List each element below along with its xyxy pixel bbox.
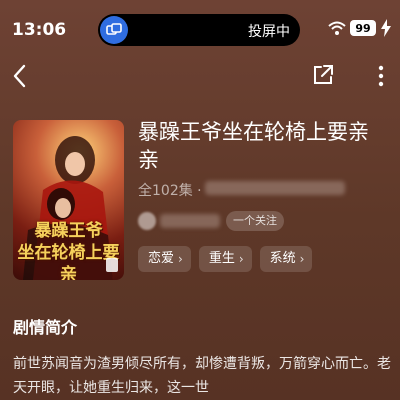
tag-label: 恋爱 xyxy=(148,251,175,266)
drama-cover[interactable]: 暴躁王爷 坐在轮椅上要亲 xyxy=(13,120,124,280)
synopsis-text: 前世苏闻音为渣男倾尽所有，却惨遭背叛，万箭穿心而亡。老天开眼，让她重生归来，这一… xyxy=(13,356,391,396)
tag-label: 系统 xyxy=(269,251,296,266)
back-icon[interactable] xyxy=(10,62,30,90)
follow-tag[interactable]: 一个关注 xyxy=(226,211,284,231)
cast-status-label: 投屏中 xyxy=(248,24,290,40)
chevron-right-icon: › xyxy=(178,252,183,266)
chevron-right-icon: › xyxy=(299,252,305,266)
cover-title-line1: 暴躁王爷 xyxy=(34,221,103,241)
share-icon[interactable] xyxy=(310,62,336,88)
wifi-icon xyxy=(328,21,346,35)
drama-title: 暴躁王爷坐在轮椅上要亲亲 xyxy=(138,120,369,172)
cast-pill[interactable]: 投屏中 xyxy=(98,14,300,46)
blurred-author xyxy=(160,214,220,228)
tag-system[interactable]: 系统 › xyxy=(259,246,313,272)
battery-level: 99 xyxy=(355,21,371,35)
battery-icon: 99 xyxy=(350,20,376,36)
chevron-right-icon: › xyxy=(238,252,244,266)
more-icon[interactable] xyxy=(370,62,392,90)
tag-label: 重生 xyxy=(208,251,235,266)
top-nav xyxy=(0,56,400,96)
tag-romance[interactable]: 恋爱 › xyxy=(138,246,191,272)
cast-icon[interactable] xyxy=(100,16,128,44)
cover-badge xyxy=(106,258,118,272)
avatar[interactable] xyxy=(138,212,156,230)
tag-rebirth[interactable]: 重生 › xyxy=(198,246,252,272)
status-time: 13:06 xyxy=(12,20,67,40)
status-bar: 13:06 投屏中 99 xyxy=(0,0,400,56)
episode-count: 全102集 · xyxy=(138,183,202,199)
charging-icon xyxy=(381,19,391,37)
synopsis-heading: 剧情简介 xyxy=(13,318,78,337)
blurred-info xyxy=(205,181,345,195)
tag-list: 恋爱 › 重生 › 系统 › xyxy=(138,246,313,272)
